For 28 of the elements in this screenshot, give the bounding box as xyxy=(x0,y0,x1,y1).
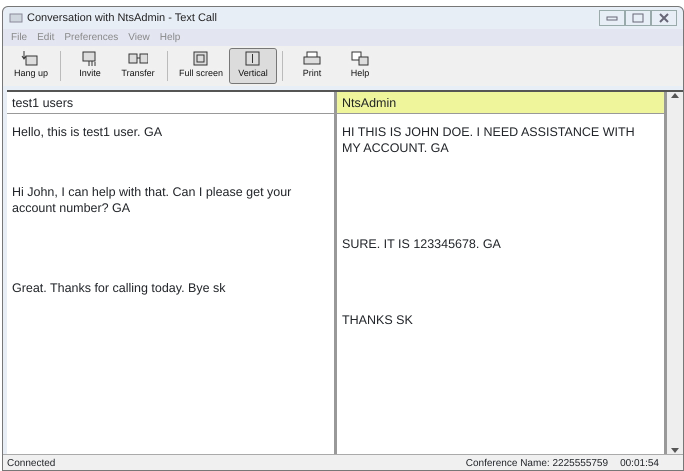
toolbar-button[interactable]: Vertical xyxy=(229,48,277,84)
chat-message: Great. Thanks for calling today. Bye sk xyxy=(11,280,227,296)
toolbar-button[interactable]: Hang up xyxy=(7,48,55,84)
toolbar-button[interactable]: Full screen xyxy=(173,48,229,84)
toolbar-button[interactable]: Print xyxy=(288,48,336,84)
maximize-button[interactable] xyxy=(625,10,651,26)
minimize-icon xyxy=(606,14,618,22)
scrollbar[interactable] xyxy=(667,92,683,454)
minimize-button[interactable] xyxy=(599,10,625,26)
close-button[interactable] xyxy=(651,10,677,26)
toolbar-button[interactable]: Help xyxy=(336,48,384,84)
toolbar-button[interactable]: Invite xyxy=(66,48,114,84)
pane-header: NtsAdmin xyxy=(337,92,664,114)
chat-message: HI THIS IS JOHN DOE. I NEED ASSISTANCE WITH MY ACCOUNT. GA xyxy=(341,124,636,156)
window-title: Conversation with NtsAdmin - Text Call xyxy=(27,10,217,26)
chat-message: Hello, this is test1 user. GA xyxy=(11,124,164,140)
conference-name: Conference Name: 2225555759 xyxy=(466,457,608,469)
toolbar-button[interactable]: Transfer xyxy=(114,48,162,84)
pane-header: test1 users xyxy=(7,92,334,114)
chat-message: Hi John, I can help with that. Can I please get your account number? GA xyxy=(11,184,292,216)
chat-message: THANKS SK xyxy=(341,312,414,328)
printer-icon xyxy=(302,50,322,67)
scroll-up-icon[interactable] xyxy=(671,92,679,98)
close-icon xyxy=(658,13,670,23)
status-text: Connected xyxy=(7,457,56,469)
chat-message: SURE. IT IS 123345678. GA xyxy=(341,236,502,252)
call-timer: 00:01:54 xyxy=(620,457,659,469)
maximize-icon xyxy=(632,13,644,23)
